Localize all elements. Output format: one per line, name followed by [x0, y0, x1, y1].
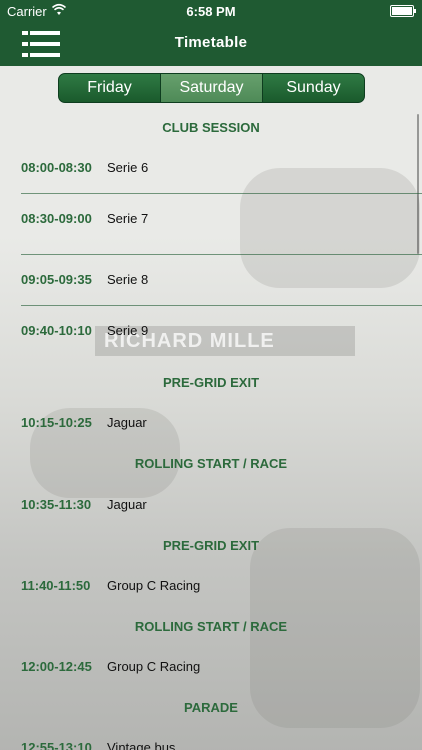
timetable-list[interactable]: RICHARD MILLE CLUB SESSION 08:00-08:30 S…: [0, 108, 422, 750]
list-item[interactable]: 08:00-08:30 Serie 6: [0, 160, 422, 180]
session-time: 11:40-11:50: [21, 578, 91, 593]
session-name: Serie 6: [107, 160, 149, 175]
session-name: Group C Racing: [107, 578, 201, 593]
session-name: Group C Racing: [107, 659, 201, 674]
day-segmented-control: Friday Saturday Sunday: [58, 73, 365, 103]
list-item[interactable]: 09:05-09:35 Serie 8: [0, 272, 422, 292]
list-item[interactable]: 11:40-11:50 Group C Racing: [0, 578, 422, 598]
row-divider: [21, 305, 422, 306]
section-header: PRE-GRID EXIT: [162, 375, 260, 390]
session-time: 08:30-09:00: [21, 211, 92, 226]
section-header: ROLLING START / RACE: [134, 456, 288, 471]
row-divider: [21, 254, 422, 255]
session-name: Serie 9: [107, 323, 149, 338]
session-name: Vintage bus: [107, 740, 176, 750]
tab-saturday[interactable]: Saturday: [161, 74, 263, 102]
section-header: CLUB SESSION: [162, 120, 260, 135]
list-item[interactable]: 08:30-09:00 Serie 7: [0, 211, 422, 231]
session-name: Serie 8: [107, 272, 149, 287]
section-header: PARADE: [184, 700, 238, 715]
session-time: 12:00-12:45: [21, 659, 92, 674]
status-bar: Carrier 6:58 PM: [0, 0, 422, 22]
clock: 6:58 PM: [186, 4, 236, 19]
section-header: ROLLING START / RACE: [134, 619, 288, 634]
navigation-bar: Timetable: [0, 22, 422, 66]
list-item[interactable]: 09:40-10:10 Serie 9: [0, 323, 422, 343]
tab-friday[interactable]: Friday: [59, 74, 161, 102]
session-time: 10:35-11:30: [21, 497, 92, 512]
session-time: 12:55-13:10: [21, 740, 92, 750]
session-time: 09:40-10:10: [21, 323, 92, 338]
session-time: 09:05-09:35: [21, 272, 92, 287]
session-name: Serie 7: [107, 211, 149, 226]
row-divider: [21, 193, 422, 194]
scrollbar[interactable]: [417, 114, 419, 254]
list-item[interactable]: 10:15-10:25 Jaguar: [0, 415, 422, 435]
list-item[interactable]: 10:35-11:30 Jaguar: [0, 497, 422, 517]
tab-sunday[interactable]: Sunday: [263, 74, 364, 102]
session-name: Jaguar: [107, 415, 147, 430]
list-item[interactable]: 12:55-13:10 Vintage bus: [0, 740, 422, 750]
battery-icon: [390, 5, 416, 17]
session-name: Jaguar: [107, 497, 147, 512]
section-header: PRE-GRID EXIT: [162, 538, 260, 553]
page-title: Timetable: [174, 34, 248, 51]
session-time: 10:15-10:25: [21, 415, 92, 430]
session-time: 08:00-08:30: [21, 160, 92, 175]
list-item[interactable]: 12:00-12:45 Group C Racing: [0, 659, 422, 679]
